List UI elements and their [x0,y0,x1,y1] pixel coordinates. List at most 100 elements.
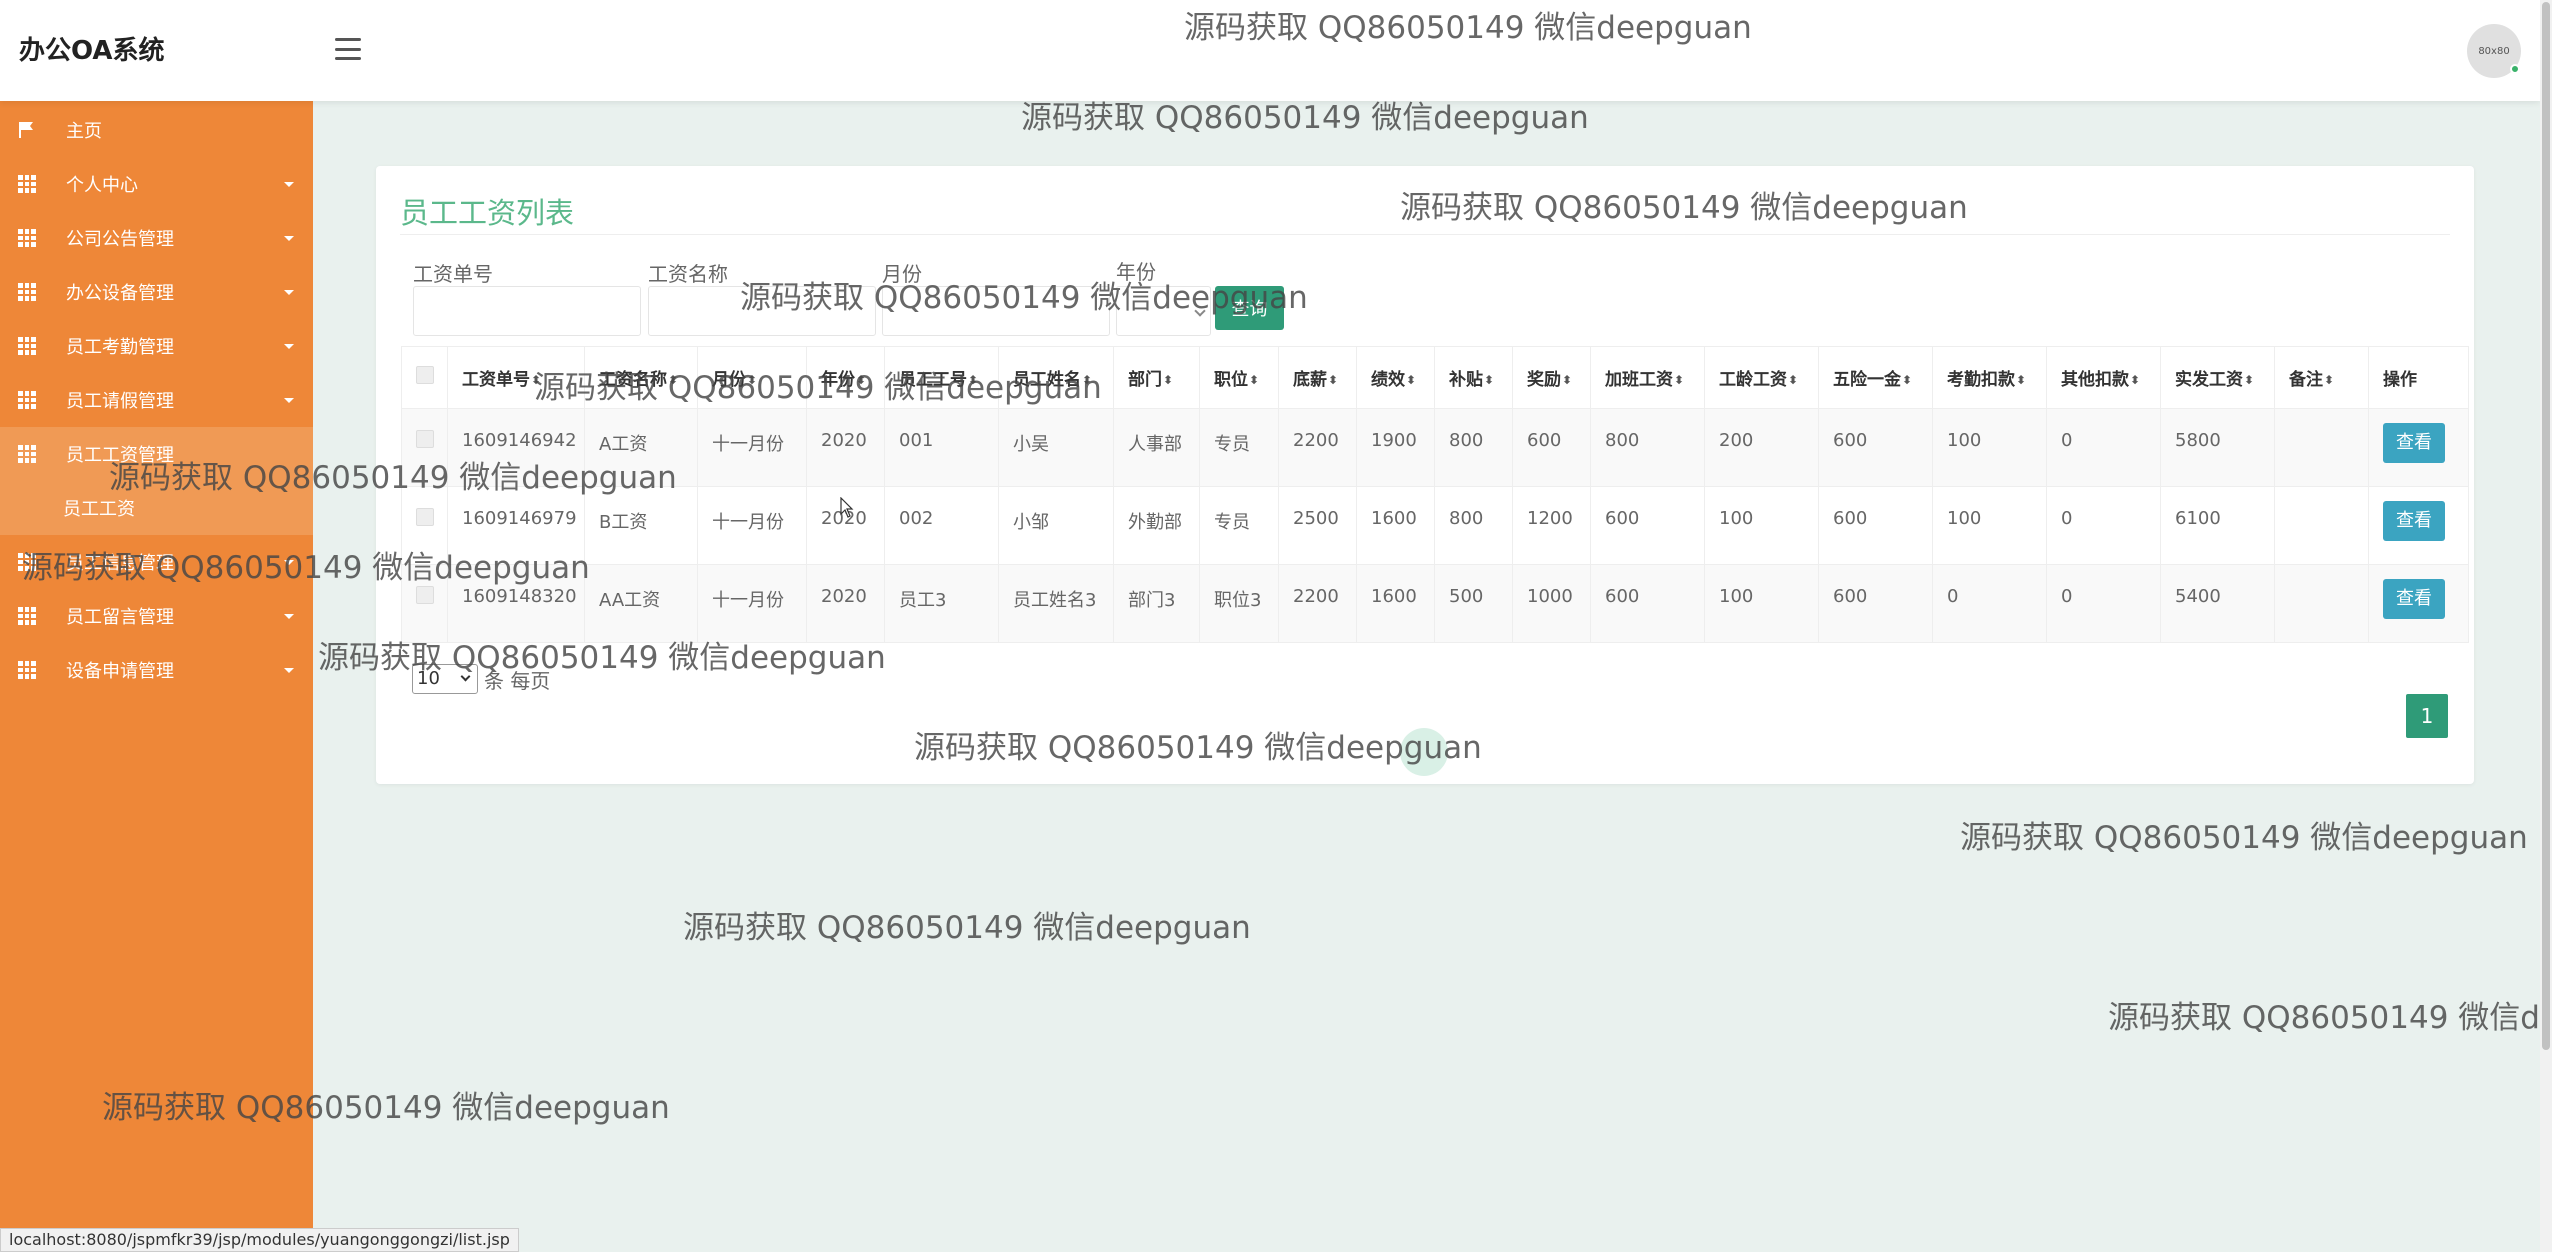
column-header[interactable]: 考勤扣款⬍ [1932,346,2047,409]
salary-table: 工资单号⬍ 工资名称⬍ 月份⬍ 年份⬍ 员工工号⬍ 员工姓名⬍ 部门⬍ 职位⬍ … [401,346,2469,643]
vertical-scrollbar[interactable] [2540,0,2552,1252]
sidebar-item-label: 员工工资管理 [66,445,174,466]
table-cell: B工资 [584,486,698,565]
sort-icon: ⬍ [1674,373,1685,387]
year-label: 年份 [1116,260,1156,284]
table-cell: 员工姓名3 [998,564,1114,643]
column-header[interactable]: 五险一金⬍ [1818,346,1933,409]
sidebar-item-salary[interactable]: 员工工资管理 [0,427,313,481]
sidebar-item-home[interactable]: 主页 [0,103,313,157]
year-select[interactable] [1116,286,1211,336]
table-cell: 员工3 [884,564,999,643]
grid-icon [18,661,36,679]
table-cell: 600 [1818,486,1933,565]
salary-name-input[interactable] [648,286,876,336]
column-header[interactable]: 月份⬍ [697,346,807,409]
column-header[interactable]: 奖励⬍ [1512,346,1591,409]
row-checkbox[interactable] [416,586,434,604]
column-header[interactable]: 实发工资⬍ [2160,346,2275,409]
column-header[interactable]: 底薪⬍ [1278,346,1357,409]
sort-icon: ⬍ [1788,373,1799,387]
column-header: 操作 [2368,346,2469,409]
table-cell: 0 [1932,564,2047,643]
table-cell: 0 [2046,486,2161,565]
view-button[interactable]: 查看 [2383,501,2445,541]
page-title: 员工工资列表 [400,196,575,230]
column-header[interactable]: 工龄工资⬍ [1704,346,1819,409]
table-cell: 1609146979 [447,486,585,565]
row-checkbox[interactable] [416,430,434,448]
table-cell: 1900 [1356,408,1435,487]
mouse-cursor-icon [840,497,854,518]
caret-down-icon [284,667,294,673]
query-button[interactable]: 查询 [1215,286,1284,330]
column-header[interactable]: 加班工资⬍ [1590,346,1705,409]
view-button[interactable]: 查看 [2383,423,2445,463]
table-cell: 小吴 [998,408,1114,487]
table-cell: 2200 [1278,408,1357,487]
sidebar-item-employee-info[interactable]: 员工信息管理 [0,535,313,589]
table-cell: 100 [1704,564,1819,643]
table-cell: 100 [1704,486,1819,565]
month-input[interactable] [882,286,1110,336]
column-header[interactable]: 职位⬍ [1199,346,1279,409]
grid-icon [18,445,36,463]
table-cell: 800 [1590,408,1705,487]
column-header[interactable]: 绩效⬍ [1356,346,1435,409]
caret-down-icon [284,343,294,349]
table-cell: AA工资 [584,564,698,643]
sidebar-item-attendance[interactable]: 员工考勤管理 [0,319,313,373]
caret-down-icon [284,289,294,295]
sidebar-item-label: 员工信息管理 [66,553,174,574]
hamburger-menu-icon[interactable] [335,38,361,60]
view-button[interactable]: 查看 [2383,579,2445,619]
caret-down-icon [284,181,294,187]
page-size-select[interactable]: 10 [412,664,478,694]
table-cell: 001 [884,408,999,487]
table-cell: 600 [1590,564,1705,643]
sort-icon: ⬍ [1163,373,1174,387]
page-button-1[interactable]: 1 [2406,694,2448,738]
sort-icon: ⬍ [2324,373,2335,387]
salary-no-input[interactable] [413,286,641,336]
sidebar-subitem-salary[interactable]: 员工工资 [0,481,313,535]
table-cell: 800 [1434,486,1513,565]
sort-icon: ⬍ [1484,373,1495,387]
chevron-down-icon [1194,305,1206,317]
table-cell: 2200 [1278,564,1357,643]
sidebar-item-messages[interactable]: 员工留言管理 [0,589,313,643]
table-cell: 1600 [1356,564,1435,643]
sidebar-item-equipment[interactable]: 办公设备管理 [0,265,313,319]
column-header[interactable]: 补贴⬍ [1434,346,1513,409]
column-header[interactable]: 年份⬍ [806,346,885,409]
column-header[interactable]: 员工工号⬍ [884,346,999,409]
sidebar-item-personal-center[interactable]: 个人中心 [0,157,313,211]
column-header[interactable]: 工资单号⬍ [447,346,585,409]
sidebar-item-equipment-requests[interactable]: 设备申请管理 [0,643,313,697]
sidebar-item-announcements[interactable]: 公司公告管理 [0,211,313,265]
column-header[interactable]: 部门⬍ [1113,346,1200,409]
grid-icon [18,175,36,193]
grid-icon [18,607,36,625]
watermark: 源码获取 QQ86050149 微信deepguan [2108,1000,2552,1036]
table-cell: 十一月份 [697,564,807,643]
page-size-control: 10 条 每页 [412,664,550,694]
column-header[interactable]: 其他扣款⬍ [2046,346,2161,409]
month-label: 月份 [882,262,922,286]
column-header[interactable]: 备注⬍ [2274,346,2369,409]
row-checkbox[interactable] [416,508,434,526]
table-cell: 外勤部 [1113,486,1200,565]
table-cell: 600 [1512,408,1591,487]
per-page-label: 条 每页 [484,668,551,693]
select-all-checkbox[interactable] [416,366,434,384]
sidebar-item-label: 主页 [66,121,102,142]
table-cell: 1600 [1356,486,1435,565]
table-cell: 部门3 [1113,564,1200,643]
table-cell: 002 [884,486,999,565]
column-header[interactable]: 工资名称⬍ [584,346,698,409]
sidebar-item-leave[interactable]: 员工请假管理 [0,373,313,427]
table-header-row: 工资单号⬍ 工资名称⬍ 月份⬍ 年份⬍ 员工工号⬍ 员工姓名⬍ 部门⬍ 职位⬍ … [401,346,2469,409]
table-cell [2274,564,2369,643]
scrollbar-thumb[interactable] [2542,2,2550,1050]
column-header[interactable]: 员工姓名⬍ [998,346,1114,409]
